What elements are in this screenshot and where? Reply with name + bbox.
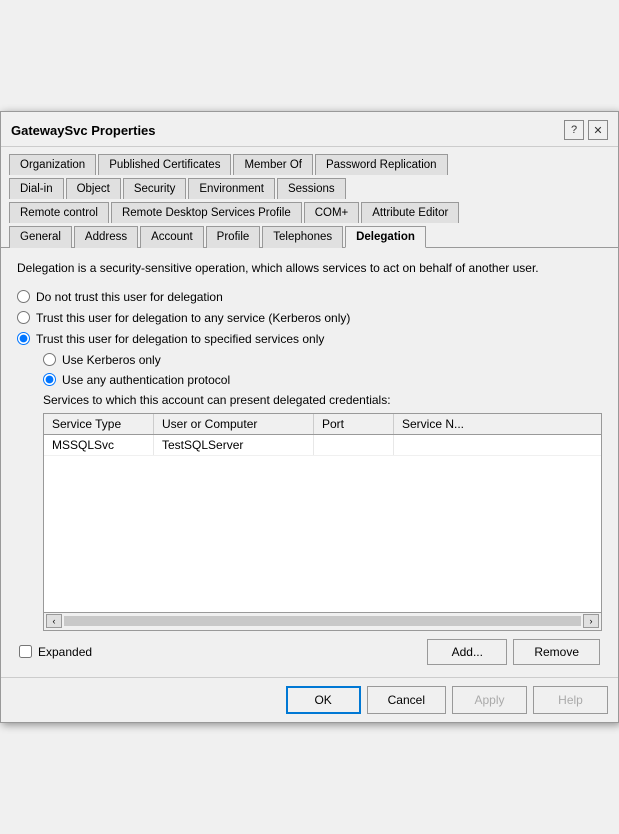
tab-address[interactable]: Address	[74, 226, 138, 248]
tab-rows-wrapper: Organization Published Certificates Memb…	[5, 147, 614, 247]
dialog-footer: OK Cancel Apply Help	[1, 677, 618, 722]
tab-telephones[interactable]: Telephones	[262, 226, 343, 248]
radio-kerberos-only[interactable]: Use Kerberos only	[43, 353, 602, 367]
tab-object[interactable]: Object	[66, 178, 121, 199]
expanded-checkbox[interactable]	[19, 645, 32, 658]
tab-attribute-editor[interactable]: Attribute Editor	[361, 202, 459, 223]
col-header-service-type: Service Type	[44, 414, 154, 434]
table-row[interactable]: MSSQLSvc TestSQLServer	[44, 435, 601, 456]
description-text: Delegation is a security-sensitive opera…	[17, 260, 602, 277]
sub-radio-group: Use Kerberos only Use any authentication…	[43, 353, 602, 387]
tab-password-replication[interactable]: Password Replication	[315, 154, 448, 175]
table-action-buttons: Add... Remove	[427, 639, 600, 665]
radio-group-main: Do not trust this user for delegation Tr…	[17, 290, 602, 346]
radio-trust-specified[interactable]: Trust this user for delegation to specif…	[17, 332, 602, 346]
cell-service-name	[394, 435, 514, 455]
add-button[interactable]: Add...	[427, 639, 507, 665]
cancel-button[interactable]: Cancel	[367, 686, 446, 714]
radio-trust-any-input[interactable]	[17, 311, 30, 324]
tab-sessions[interactable]: Sessions	[277, 178, 346, 199]
expanded-checkbox-label[interactable]: Expanded	[19, 645, 92, 659]
radio-any-auth-input[interactable]	[43, 373, 56, 386]
cell-user-computer: TestSQLServer	[154, 435, 314, 455]
tab-row-1: Organization Published Certificates Memb…	[9, 150, 610, 174]
services-label: Services to which this account can prese…	[43, 393, 602, 407]
tab-environment[interactable]: Environment	[188, 178, 275, 199]
dialog-title: GatewaySvc Properties	[11, 123, 156, 138]
tab-delegation[interactable]: Delegation	[345, 226, 426, 248]
radio-kerberos-only-input[interactable]	[43, 353, 56, 366]
tab-account[interactable]: Account	[140, 226, 204, 248]
dialog-window: GatewaySvc Properties ? ✕ Organization P…	[0, 111, 619, 722]
title-bar: GatewaySvc Properties ? ✕	[1, 112, 618, 147]
scroll-right-btn[interactable]: ›	[583, 614, 599, 628]
radio-no-trust[interactable]: Do not trust this user for delegation	[17, 290, 602, 304]
tab-row-4: General Address Account Profile Telephon…	[9, 222, 610, 247]
col-header-user-computer: User or Computer	[154, 414, 314, 434]
radio-no-trust-label: Do not trust this user for delegation	[36, 290, 223, 304]
radio-kerberos-only-label: Use Kerberos only	[62, 353, 161, 367]
table-header: Service Type User or Computer Port Servi…	[44, 414, 601, 435]
tab-dial-in[interactable]: Dial-in	[9, 178, 64, 199]
close-title-button[interactable]: ✕	[588, 120, 608, 140]
apply-button[interactable]: Apply	[452, 686, 527, 714]
radio-trust-specified-input[interactable]	[17, 332, 30, 345]
radio-no-trust-input[interactable]	[17, 290, 30, 303]
tab-security[interactable]: Security	[123, 178, 187, 199]
scroll-track[interactable]	[64, 616, 581, 626]
horizontal-scrollbar[interactable]: ‹ ›	[43, 613, 602, 631]
cell-port	[314, 435, 394, 455]
ok-button[interactable]: OK	[286, 686, 361, 714]
radio-trust-any-label: Trust this user for delegation to any se…	[36, 311, 350, 325]
tab-general[interactable]: General	[9, 226, 72, 248]
tab-remote-desktop[interactable]: Remote Desktop Services Profile	[111, 202, 302, 223]
cell-service-type: MSSQLSvc	[44, 435, 154, 455]
help-button[interactable]: Help	[533, 686, 608, 714]
radio-any-auth-label: Use any authentication protocol	[62, 373, 230, 387]
services-table: Service Type User or Computer Port Servi…	[43, 413, 602, 613]
radio-trust-any[interactable]: Trust this user for delegation to any se…	[17, 311, 602, 325]
main-content: Delegation is a security-sensitive opera…	[1, 248, 618, 676]
help-title-button[interactable]: ?	[564, 120, 584, 140]
radio-any-auth[interactable]: Use any authentication protocol	[43, 373, 602, 387]
remove-button[interactable]: Remove	[513, 639, 600, 665]
bottom-row: Expanded Add... Remove	[17, 639, 602, 665]
tabs-container: Organization Published Certificates Memb…	[1, 147, 618, 248]
tab-organization[interactable]: Organization	[9, 154, 96, 175]
tab-row-2: Dial-in Object Security Environment Sess…	[9, 174, 610, 198]
tab-remote-control[interactable]: Remote control	[9, 202, 109, 223]
col-header-port: Port	[314, 414, 394, 434]
tab-profile[interactable]: Profile	[206, 226, 261, 248]
col-header-service-name: Service N...	[394, 414, 514, 434]
tab-row-3: Remote control Remote Desktop Services P…	[9, 198, 610, 222]
radio-trust-specified-label: Trust this user for delegation to specif…	[36, 332, 324, 346]
tab-published-certs[interactable]: Published Certificates	[98, 154, 231, 175]
tab-member-of[interactable]: Member Of	[233, 154, 313, 175]
scroll-left-btn[interactable]: ‹	[46, 614, 62, 628]
expanded-label: Expanded	[38, 645, 92, 659]
table-body: MSSQLSvc TestSQLServer	[44, 435, 601, 595]
title-bar-buttons: ? ✕	[564, 120, 608, 140]
tab-com-plus[interactable]: COM+	[304, 202, 360, 223]
